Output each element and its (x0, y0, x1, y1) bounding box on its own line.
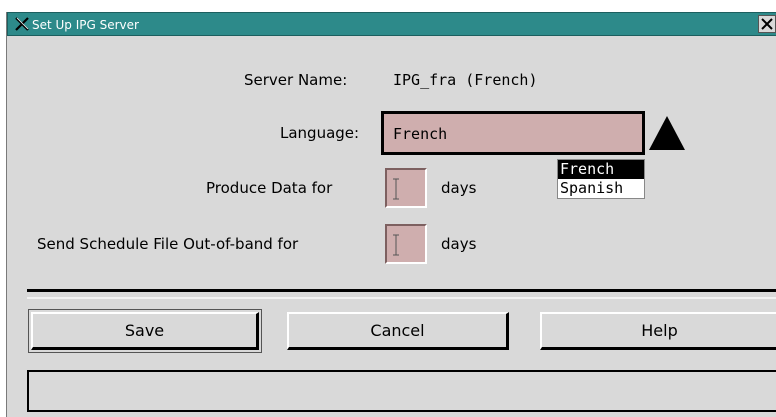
triangle-up-icon[interactable] (647, 114, 687, 152)
x-window-icon (15, 17, 29, 31)
close-button[interactable] (758, 15, 776, 33)
text-cursor-icon (393, 234, 399, 256)
language-field[interactable]: French (381, 111, 645, 155)
send-days-unit: days (441, 235, 477, 253)
help-button[interactable]: Help (540, 312, 776, 350)
produce-days-unit: days (441, 179, 477, 197)
dialog-window: Set Up IPG Server Server Name: IPG_fra (… (6, 12, 776, 417)
language-label: Language: (280, 124, 360, 142)
send-schedule-label: Send Schedule File Out-of-band for (37, 235, 299, 253)
separator (27, 289, 776, 299)
produce-days-input[interactable] (385, 168, 427, 208)
language-value: French (393, 125, 448, 143)
close-icon (761, 18, 773, 30)
status-bar (27, 370, 776, 412)
produce-data-label: Produce Data for (206, 179, 333, 197)
language-option-spanish[interactable]: Spanish (558, 179, 644, 198)
language-dropdown-list[interactable]: French Spanish (557, 159, 645, 199)
server-name-value: IPG_fra (French) (393, 71, 538, 89)
cancel-button[interactable]: Cancel (287, 312, 509, 350)
server-name-label: Server Name: (244, 71, 348, 89)
save-button[interactable]: Save (31, 312, 259, 350)
title-bar[interactable]: Set Up IPG Server (7, 12, 776, 36)
language-option-french[interactable]: French (558, 160, 644, 179)
window-title: Set Up IPG Server (32, 18, 139, 32)
text-cursor-icon (393, 178, 399, 200)
send-days-input[interactable] (385, 224, 427, 264)
